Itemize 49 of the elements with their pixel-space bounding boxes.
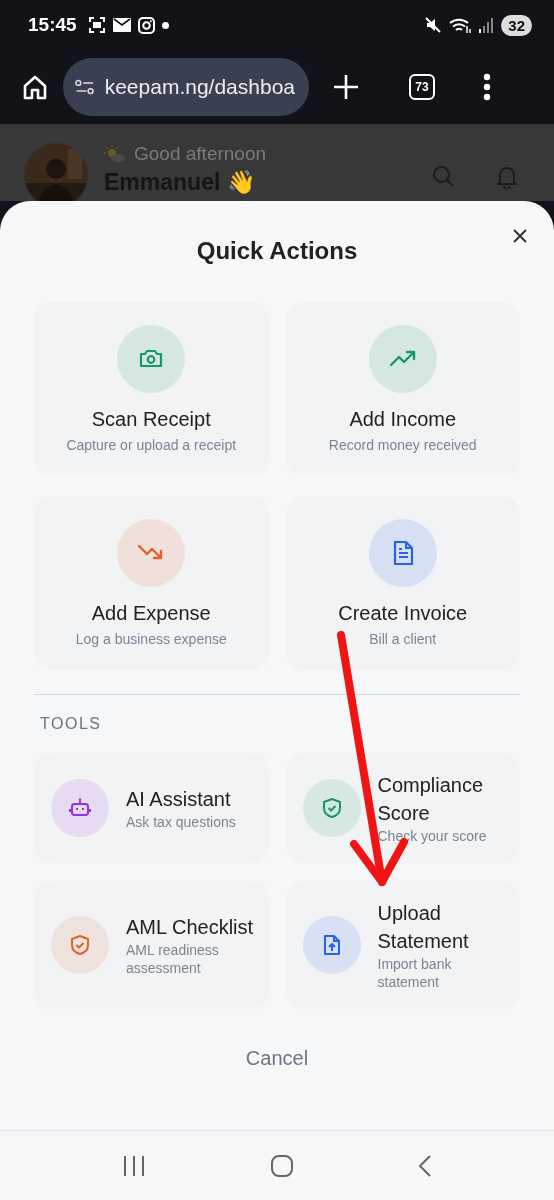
mute-icon: [424, 16, 443, 34]
action-card[interactable]: Add Expense Log a business expense: [34, 496, 269, 670]
action-title: Create Invoice: [338, 602, 468, 625]
action-card[interactable]: Add Income Record money received: [285, 302, 520, 476]
action-subtitle: Record money received: [328, 437, 477, 453]
site-settings-icon: [75, 78, 95, 96]
sheet-title: Quick Actions: [196, 237, 358, 266]
section-label: TOOLS: [40, 715, 103, 733]
clock-time: 15:45: [28, 14, 77, 36]
tool-card[interactable]: Compliance Score Check your score: [285, 753, 520, 863]
dot-icon: [161, 21, 169, 29]
tab-count-button[interactable]: 73: [409, 74, 435, 100]
signal-icon: [478, 17, 495, 33]
greeting-text: Good afternoon: [134, 143, 267, 165]
home-icon[interactable]: [21, 73, 49, 101]
action-title: Add Income: [349, 408, 457, 431]
back-icon[interactable]: [418, 1153, 432, 1178]
tool-subtitle: Import bank statement: [377, 955, 453, 991]
tool-card[interactable]: Upload Statement Import bank statement: [285, 881, 520, 1009]
action-subtitle: Log a business expense: [75, 631, 227, 647]
screenshot-icon: [87, 16, 106, 34]
tool-subtitle: AML readiness assessment: [126, 941, 220, 977]
tool-subtitle: Check your score: [377, 827, 488, 845]
tool-card[interactable]: AML Checklist AML readiness assessment: [34, 881, 269, 1009]
new-tab-icon[interactable]: [333, 74, 359, 100]
camera-app-icon: [137, 16, 155, 34]
recent-apps-icon[interactable]: [122, 1154, 146, 1177]
tool-subtitle: Ask tax questions: [126, 813, 236, 831]
tool-title: AML Checklist: [126, 915, 255, 940]
close-icon[interactable]: [512, 228, 528, 244]
cancel-button[interactable]: Cancel: [235, 1043, 319, 1074]
action-card[interactable]: Create Invoice Bill a client: [285, 496, 520, 670]
wifi-icon: [449, 16, 472, 34]
action-title: Scan Receipt: [91, 408, 211, 431]
tool-title: Upload Statement: [377, 901, 470, 954]
battery-indicator: 32: [501, 14, 532, 36]
mail-icon: [112, 18, 131, 32]
action-card[interactable]: Scan Receipt Capture or upload a receipt: [34, 302, 269, 476]
action-subtitle: Bill a client: [369, 631, 437, 647]
home-button-icon[interactable]: [270, 1153, 294, 1178]
tool-title: Compliance Score: [377, 773, 485, 826]
action-title: Add Expense: [91, 602, 211, 625]
action-subtitle: Capture or upload a receipt: [66, 437, 237, 453]
sun-cloud-icon: [104, 145, 126, 163]
tool-title: AI Assistant: [126, 787, 232, 812]
address-bar[interactable]: keepam.ng/dashboa: [63, 58, 309, 116]
tool-card[interactable]: AI Assistant Ask tax questions: [34, 753, 269, 863]
url-text: keepam.ng/dashboa: [104, 75, 295, 99]
more-options-icon[interactable]: [483, 73, 491, 101]
